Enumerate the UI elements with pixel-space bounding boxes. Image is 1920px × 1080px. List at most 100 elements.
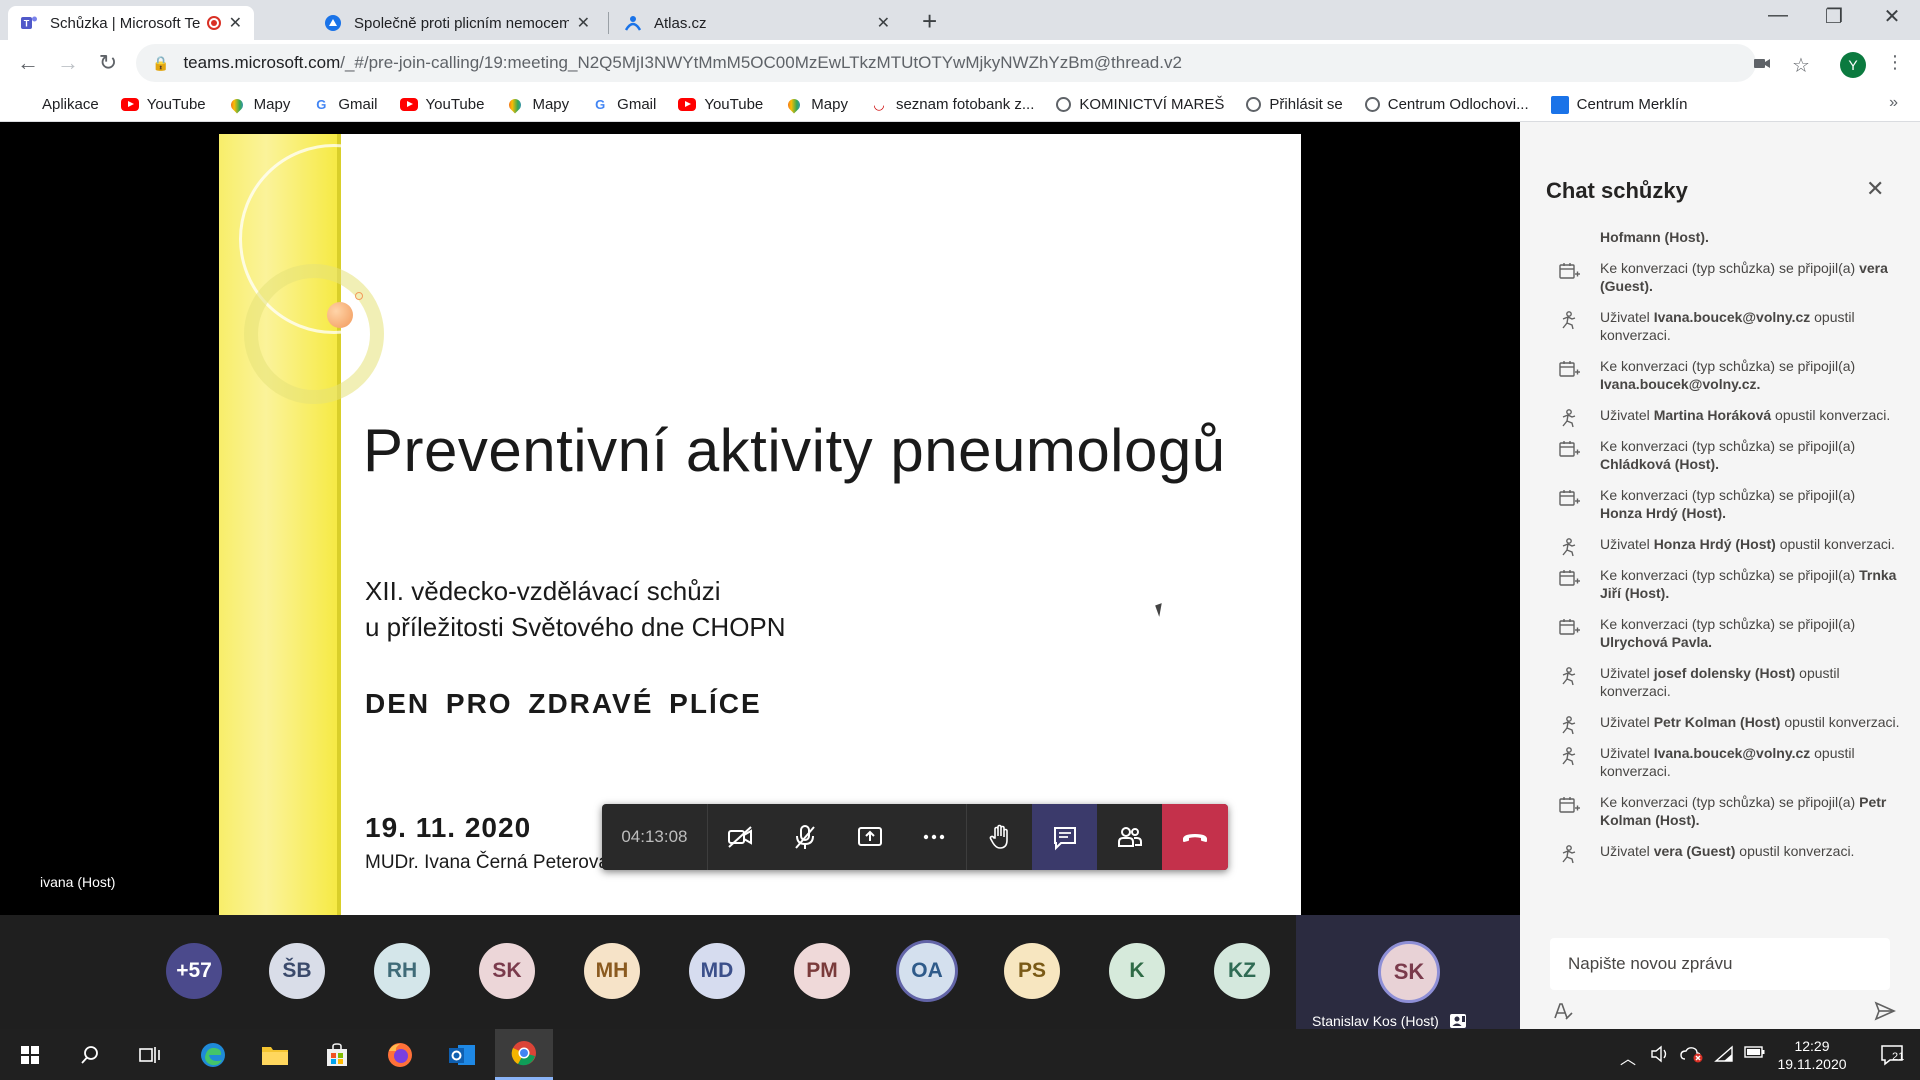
slide-decor-orb-small [355,292,363,300]
bookmark-mapy[interactable]: Mapy [785,96,848,114]
chrome-button[interactable] [495,1029,553,1080]
tab-atlas[interactable]: Atlas.cz ✕ [612,6,902,40]
grid-blue-icon [1550,95,1569,114]
close-tab-icon[interactable]: ✕ [229,13,242,33]
bookmark-gmail[interactable]: G Gmail [312,96,377,114]
volume-icon[interactable] [1650,1045,1670,1063]
windows-taskbar: ︿ 12:29 19.11.2020 21 [0,1029,1920,1080]
participant-avatar[interactable]: OA [899,943,955,999]
minimize-button[interactable]: — [1758,4,1798,27]
chat-message-text: Ke konverzaci (typ schůzka) se připojil(… [1600,438,1856,454]
url-text: teams.microsoft.com/_#/pre-join-calling/… [183,53,1181,73]
participant-avatar[interactable]: PS [1004,943,1060,999]
apps-grid-icon [18,96,34,114]
bookmark-gmail[interactable]: G Gmail [591,96,656,114]
raise-hand-button[interactable] [967,804,1032,870]
start-button[interactable] [5,1029,55,1080]
store-button[interactable] [312,1029,362,1080]
participant-avatar[interactable]: SK [479,943,535,999]
participant-avatar[interactable]: MD [689,943,745,999]
new-tab-button[interactable]: + [922,6,937,37]
search-button[interactable] [65,1029,115,1080]
bookmark-kominictvi[interactable]: KOMINICTVÍ MAREŠ [1056,96,1224,113]
search-icon [81,1045,98,1064]
bookmark-star-icon[interactable]: ☆ [1792,53,1810,78]
close-tab-icon[interactable]: ✕ [577,13,590,33]
close-window-button[interactable]: ✕ [1872,4,1912,29]
meeting-join-icon [1558,261,1580,281]
screen: T Schůzka | Microsoft Teams ✕ Společně p… [0,0,1920,1080]
bookmark-mapy[interactable]: Mapy [506,96,569,114]
url-host: teams.microsoft.com [183,53,341,72]
chat-message: Uživatel Martina Horáková opustil konver… [1520,406,1920,428]
address-bar[interactable]: 🔒 teams.microsoft.com/_#/pre-join-callin… [136,44,1756,82]
bookmarks-more-button[interactable]: » [1889,94,1898,112]
tab-teams[interactable]: T Schůzka | Microsoft Teams ✕ [8,6,254,40]
slide-title: Preventivní aktivity pneumologů [363,417,1226,484]
bookmark-prihlasit[interactable]: Přihlásit se [1246,96,1343,113]
share-screen-button[interactable] [838,804,903,870]
wifi-icon[interactable] [1714,1045,1734,1063]
close-tab-icon[interactable]: ✕ [877,13,890,33]
participants-icon [1117,827,1142,847]
system-clock[interactable]: 12:29 19.11.2020 [1772,1037,1852,1073]
more-actions-button[interactable] [903,804,968,870]
google-icon: G [316,97,327,112]
cloud-error-icon[interactable] [1680,1045,1704,1063]
reload-icon[interactable]: ↻ [94,50,122,76]
maximize-button[interactable]: ❐ [1814,4,1854,29]
chat-message-text: Uživatel [1600,745,1654,761]
bookmark-seznam[interactable]: ◡ seznam fotobank z... [870,96,1034,114]
bookmark-centrum-merklin[interactable]: Centrum Merklín [1550,95,1688,114]
maps-pin-icon [785,96,803,114]
menu-icon[interactable]: ⋮ [1886,52,1904,73]
file-explorer-button[interactable] [250,1029,300,1080]
chat-toggle-button[interactable] [1032,804,1098,870]
self-tile[interactable]: SK Stanislav Kos (Host) [1296,915,1520,1029]
bookmark-youtube[interactable]: YouTube [678,96,763,113]
bookmark-youtube[interactable]: YouTube [399,96,484,113]
chat-message-user: vera (Guest) [1653,843,1736,859]
speaker-name-label: ivana (Host) [40,874,116,890]
format-icon[interactable] [1552,1000,1574,1022]
participant-overflow-avatar[interactable]: +57 [166,943,222,999]
bookmark-centrum-odlochovice[interactable]: Centrum Odlochovi... [1364,96,1529,113]
participant-avatar[interactable]: RH [374,943,430,999]
close-chat-icon[interactable]: ✕ [1866,176,1884,202]
edge-taskbar-button[interactable] [188,1029,238,1080]
participant-avatar[interactable]: ŠB [269,943,325,999]
call-timer: 04:13:08 [602,804,708,870]
compose-message-input[interactable]: Napište novou zprávu [1550,938,1890,990]
notifications-button[interactable]: 21 [1868,1029,1918,1080]
tray-expand-icon[interactable]: ︿ [1620,1045,1636,1069]
forward-icon[interactable]: → [54,50,82,76]
tab-title: Schůzka | Microsoft Teams [50,14,201,32]
firefox-button[interactable] [375,1029,425,1080]
camera-off-button[interactable] [708,804,773,870]
send-icon[interactable] [1874,1000,1896,1022]
outlook-button[interactable] [437,1029,487,1080]
participants-strip: +57 ŠB RH SK MH MD PM OA PS K KZ [0,915,1520,1029]
camera-blocked-icon[interactable] [1752,53,1772,73]
bookmark-youtube[interactable]: YouTube [120,96,206,113]
chat-message: Uživatel Ivana.boucek@volny.cz opustil k… [1520,744,1920,780]
chat-message-user: Martina Horáková [1653,407,1772,423]
chat-message-list[interactable]: Hofmann (Host). Ke konverzaci (typ schůzk… [1520,228,1920,873]
hang-up-button[interactable] [1162,804,1228,870]
task-view-button[interactable] [125,1029,175,1080]
profile-avatar[interactable]: Y [1840,52,1866,78]
participants-button[interactable] [1097,804,1162,870]
chat-message: Uživatel Petr Kolman (Host) opustil konv… [1520,713,1920,735]
bookmark-mapy[interactable]: Mapy [228,96,290,114]
participant-avatar[interactable]: K [1109,943,1165,999]
tab-spolecne[interactable]: Společně proti plicním nemocem ✕ [312,6,602,40]
person-leave-icon [1558,666,1580,686]
participant-avatar[interactable]: KZ [1214,943,1270,999]
back-icon[interactable]: ← [14,50,42,76]
participant-avatar[interactable]: MH [584,943,640,999]
battery-icon[interactable] [1744,1045,1766,1059]
chat-message: Hofmann (Host). [1520,228,1920,246]
bookmark-aplikace[interactable]: Aplikace [18,96,99,114]
participant-avatar[interactable]: PM [794,943,850,999]
mute-button[interactable] [773,804,838,870]
